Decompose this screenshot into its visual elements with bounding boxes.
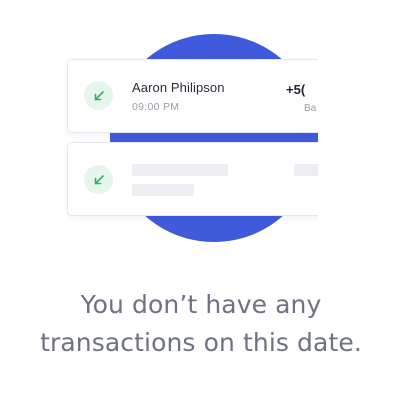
empty-state-line-2: transactions on this date. xyxy=(40,328,362,357)
incoming-badge xyxy=(84,165,113,194)
illustration-cards: Aaron Philipson 09:00 PM +5( Ba xyxy=(0,0,318,260)
arrow-down-left-icon xyxy=(94,174,104,184)
placeholder-transaction-card xyxy=(67,142,318,216)
skeleton-line xyxy=(294,164,318,176)
empty-state-message: You don’t have any transactions on this … xyxy=(0,286,402,362)
empty-state-illustration: Aaron Philipson 09:00 PM +5( Ba xyxy=(0,0,402,260)
empty-transactions-screen: Aaron Philipson 09:00 PM +5( Ba You don’… xyxy=(0,0,402,402)
transaction-subtext: Ba xyxy=(304,103,317,114)
skeleton-line xyxy=(132,164,228,176)
empty-state-line-1: You don’t have any xyxy=(80,290,322,319)
transaction-name: Aaron Philipson xyxy=(132,80,225,95)
incoming-badge xyxy=(84,81,113,110)
arrow-down-left-icon xyxy=(94,90,104,100)
transaction-amount: +5( xyxy=(286,82,306,97)
skeleton-line xyxy=(132,184,194,196)
transaction-time: 09:00 PM xyxy=(132,101,180,113)
accent-strip xyxy=(110,133,318,141)
sample-transaction-card: Aaron Philipson 09:00 PM +5( Ba xyxy=(67,59,318,133)
